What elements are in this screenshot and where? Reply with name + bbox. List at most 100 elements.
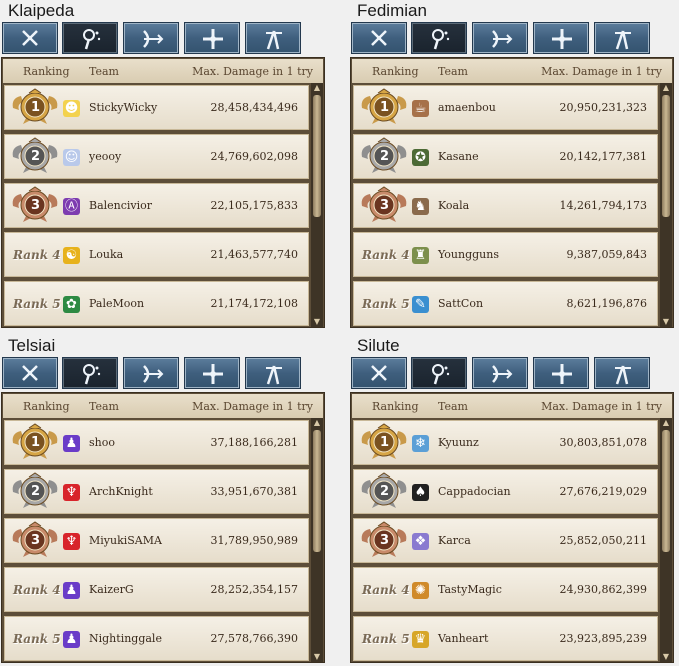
- tab-bow[interactable]: [123, 357, 179, 389]
- team-name: Nightinggale: [89, 632, 162, 645]
- region-title: Fedimian: [357, 1, 427, 20]
- ranking-row[interactable]: 2 ☺ yeooy 24,769,602,098: [4, 134, 309, 179]
- tab-wand[interactable]: [594, 357, 650, 389]
- ranking-row[interactable]: Rank 5 ♟ Nightinggale 27,578,766,390: [4, 616, 309, 661]
- tab-wand[interactable]: [245, 22, 301, 54]
- scroll-down-arrow-icon[interactable]: ▼: [312, 652, 322, 662]
- scrollbar-thumb[interactable]: [313, 430, 321, 552]
- tab-staff[interactable]: [62, 22, 118, 54]
- scroll-up-arrow-icon[interactable]: ▲: [312, 83, 322, 93]
- ranking-panel: Fedimian Ranking Team Max. Damage in 1 try 1…: [349, 0, 679, 330]
- ranking-row[interactable]: Rank 5 ✎ SattCon 8,621,196,876: [353, 281, 658, 326]
- scroll-up-arrow-icon[interactable]: ▲: [661, 83, 671, 93]
- koala-portrait-icon: ♞: [412, 198, 429, 215]
- tab-sword[interactable]: [2, 357, 58, 389]
- team-name: PaleMoon: [89, 297, 145, 310]
- crest-icon: ❖: [412, 533, 429, 550]
- scrollbar[interactable]: ▲ ▼: [311, 83, 323, 327]
- tab-bow[interactable]: [472, 357, 528, 389]
- scrollbar[interactable]: ▲ ▼: [660, 83, 672, 327]
- header-ranking: Ranking: [23, 400, 70, 413]
- tab-sword[interactable]: [2, 22, 58, 54]
- rank-label: Rank 4: [362, 248, 410, 262]
- scrollbar[interactable]: ▲ ▼: [311, 418, 323, 662]
- ranking-row[interactable]: 1 ♟ shoo 37,188,166,281: [4, 420, 309, 465]
- ranking-row[interactable]: 1 ☕ amaenbou 20,950,231,323: [353, 85, 658, 130]
- tab-staff[interactable]: [411, 357, 467, 389]
- rank-label: Rank 5: [362, 632, 410, 646]
- damage-value: 27,676,219,029: [559, 485, 647, 498]
- ranking-board: Ranking Team Max. Damage in 1 try 1 ☻ StickyW…: [1, 57, 325, 328]
- tab-bow[interactable]: [123, 22, 179, 54]
- ranking-row[interactable]: 3 ❖ Karca 25,852,050,211: [353, 518, 658, 563]
- ranking-row[interactable]: Rank 5 ✿ PaleMoon 21,174,172,108: [4, 281, 309, 326]
- scroll-up-arrow-icon[interactable]: ▲: [661, 418, 671, 428]
- header-team: Team: [89, 400, 119, 413]
- damage-value: 30,803,851,078: [559, 436, 647, 449]
- medal-number: 2: [31, 484, 41, 499]
- tab-cross[interactable]: [184, 22, 240, 54]
- scrollbar-thumb[interactable]: [662, 95, 670, 217]
- ranking-row[interactable]: 2 ✪ Kasane 20,142,177,381: [353, 134, 658, 179]
- tab-sword[interactable]: [351, 357, 407, 389]
- table-header: Ranking Team Max. Damage in 1 try: [3, 59, 323, 83]
- team-name: yeooy: [89, 150, 122, 163]
- ranking-row[interactable]: 1 ❄ Kyuunz 30,803,851,078: [353, 420, 658, 465]
- scroll-up-arrow-icon[interactable]: ▲: [312, 418, 322, 428]
- ranking-row[interactable]: 2 ♆ ArchKnight 33,951,670,381: [4, 469, 309, 514]
- header-team: Team: [438, 65, 468, 78]
- tab-wand[interactable]: [594, 22, 650, 54]
- tab-staff[interactable]: [62, 357, 118, 389]
- damage-value: 24,769,602,098: [210, 150, 298, 163]
- header-ranking: Ranking: [372, 400, 419, 413]
- anarchy-symbol-icon: Ⓐ: [63, 198, 80, 215]
- rank-label: Rank 4: [13, 583, 61, 597]
- ranking-row[interactable]: Rank 4 ♟ KaizerG 28,252,354,157: [4, 567, 309, 612]
- tab-bow[interactable]: [472, 22, 528, 54]
- header-team: Team: [89, 65, 119, 78]
- header-damage: Max. Damage in 1 try: [192, 400, 313, 413]
- ranking-row[interactable]: 1 ☻ StickyWicky 28,458,434,496: [4, 85, 309, 130]
- medal-number: 1: [380, 100, 390, 115]
- header-team: Team: [438, 400, 468, 413]
- ranking-row[interactable]: 3 ♞ Koala 14,261,794,173: [353, 183, 658, 228]
- team-name: amaenbou: [438, 101, 496, 114]
- tab-cross[interactable]: [533, 22, 589, 54]
- tab-cross[interactable]: [184, 357, 240, 389]
- tab-staff[interactable]: [411, 22, 467, 54]
- scrollbar-thumb[interactable]: [662, 430, 670, 552]
- ranking-row[interactable]: Rank 5 ♛ Vanheart 23,923,895,239: [353, 616, 658, 661]
- ranking-row[interactable]: 3 Ⓐ Balencivior 22,105,175,833: [4, 183, 309, 228]
- header-damage: Max. Damage in 1 try: [541, 65, 662, 78]
- medal-number: 1: [31, 100, 41, 115]
- team-name: Vanheart: [438, 632, 489, 645]
- ranking-row[interactable]: 2 ♠ Cappadocian 27,676,219,029: [353, 469, 658, 514]
- damage-value: 8,621,196,876: [566, 297, 647, 310]
- damage-value: 24,930,862,399: [559, 583, 647, 596]
- ranking-row[interactable]: Rank 4 ☯ Louka 21,463,577,740: [4, 232, 309, 277]
- team-name: Kasane: [438, 150, 479, 163]
- cup-icon: ☕: [412, 100, 429, 117]
- purple-figure-icon: ♟: [63, 435, 80, 452]
- header-damage: Max. Damage in 1 try: [192, 65, 313, 78]
- tab-cross[interactable]: [533, 357, 589, 389]
- tab-sword[interactable]: [351, 22, 407, 54]
- ranking-list: 1 ☕ amaenbou 20,950,231,323 2 ✪ Kasane 20,142,1…: [353, 85, 658, 327]
- team-name: KaizerG: [89, 583, 134, 596]
- team-name: ArchKnight: [89, 485, 153, 498]
- ranking-row[interactable]: Rank 4 ✺ TastyMagic 24,930,862,399: [353, 567, 658, 612]
- scrollbar-thumb[interactable]: [313, 95, 321, 217]
- ranking-list: 1 ♟ shoo 37,188,166,281 2 ♆ ArchKnight 33,951,6…: [4, 420, 309, 662]
- scroll-down-arrow-icon[interactable]: ▼: [312, 317, 322, 327]
- header-ranking: Ranking: [23, 65, 70, 78]
- ranking-row[interactable]: 3 ♆ MiyukiSAMA 31,789,950,989: [4, 518, 309, 563]
- team-name: Youngguns: [438, 248, 499, 261]
- scrollbar[interactable]: ▲ ▼: [660, 418, 672, 662]
- tab-wand[interactable]: [245, 357, 301, 389]
- yellow-dragon-icon: ☯: [63, 247, 80, 264]
- ranking-row[interactable]: Rank 4 ♜ Youngguns 9,387,059,843: [353, 232, 658, 277]
- rank-label: Rank 5: [13, 632, 61, 646]
- scroll-down-arrow-icon[interactable]: ▼: [661, 652, 671, 662]
- team-name: TastyMagic: [438, 583, 502, 596]
- scroll-down-arrow-icon[interactable]: ▼: [661, 317, 671, 327]
